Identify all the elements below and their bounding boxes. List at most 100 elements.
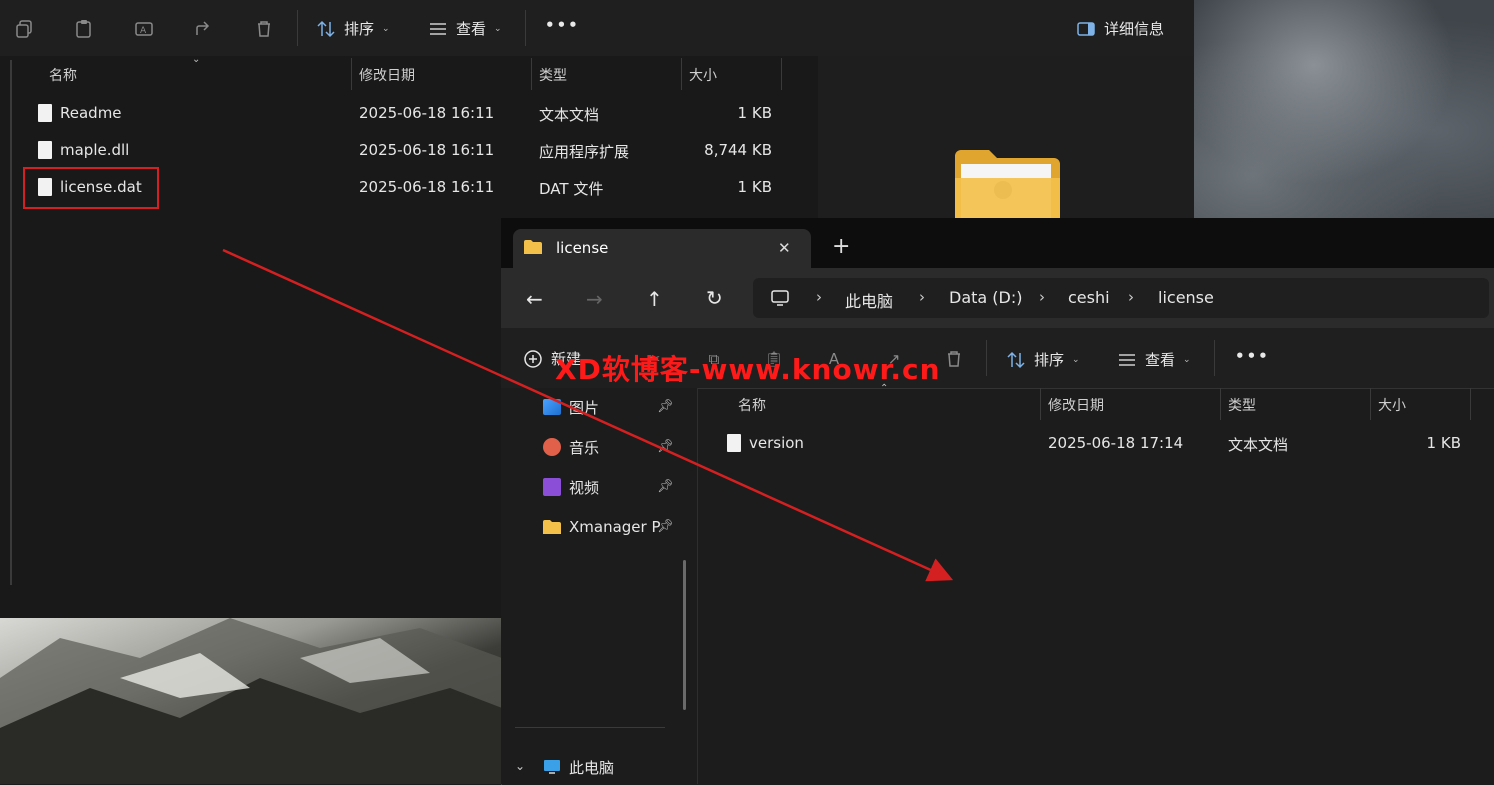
sort-icon <box>1007 351 1025 368</box>
column-date[interactable]: 修改日期 <box>1048 395 1104 415</box>
file-date: 2025-06-18 16:11 <box>359 141 495 159</box>
nav-divider <box>515 727 665 728</box>
sort-ascending-icon: ⌄ <box>192 54 201 65</box>
delete-icon[interactable] <box>943 348 965 370</box>
toolbar-divider <box>297 10 298 46</box>
view-icon <box>1119 353 1135 366</box>
back-arrow-icon[interactable]: ← <box>526 287 543 311</box>
chevron-down-icon: ⌄ <box>1072 354 1080 365</box>
column-divider[interactable] <box>1370 388 1371 420</box>
nav-item-xmanager[interactable]: Xmanager P <box>543 512 661 542</box>
rename-icon[interactable]: A <box>133 18 155 40</box>
breadcrumb-separator-icon[interactable]: › <box>816 288 822 306</box>
sort-label: 排序 <box>1034 351 1065 369</box>
details-pane-button[interactable]: 详细信息 <box>1076 18 1164 39</box>
file-name: Readme <box>60 104 122 122</box>
nav-label: 图片 <box>569 398 600 417</box>
up-arrow-icon[interactable]: ↑ <box>646 287 663 311</box>
pin-icon[interactable]: 📌︎ <box>657 439 674 454</box>
chevron-down-icon: ⌄ <box>382 23 390 34</box>
more-options-button[interactable]: ••• <box>1235 347 1270 365</box>
pin-icon[interactable]: 📌︎ <box>657 519 674 534</box>
chevron-down-icon: ⌄ <box>494 23 502 34</box>
column-size[interactable]: 大小 <box>689 65 717 85</box>
column-divider[interactable] <box>531 58 532 90</box>
pictures-icon <box>543 399 561 415</box>
folder-icon <box>524 240 542 254</box>
chevron-down-icon: ⌄ <box>1183 354 1191 365</box>
column-date[interactable]: 修改日期 <box>359 65 415 85</box>
share-icon[interactable] <box>193 18 215 40</box>
column-divider[interactable] <box>1040 388 1041 420</box>
file-type: DAT 文件 <box>539 180 604 198</box>
column-divider[interactable] <box>351 58 352 90</box>
column-divider[interactable] <box>681 58 682 90</box>
breadcrumb-separator-icon[interactable]: › <box>919 288 925 306</box>
file-size: 1 KB <box>737 104 772 122</box>
breadcrumb-ceshi[interactable]: ceshi <box>1068 288 1110 307</box>
column-type[interactable]: 类型 <box>1228 395 1256 415</box>
new-tab-button[interactable]: + <box>832 234 850 259</box>
chevron-down-icon[interactable]: ⌄ <box>515 759 525 773</box>
view-button[interactable]: 查看 ⌄ <box>428 18 502 39</box>
column-divider[interactable] <box>1470 388 1471 420</box>
nav-label: 此电脑 <box>569 758 615 777</box>
view-icon <box>430 22 446 35</box>
more-options-button[interactable]: ••• <box>545 16 580 34</box>
forward-arrow-icon[interactable]: → <box>586 287 603 311</box>
copy-icon[interactable] <box>13 18 35 40</box>
details-pane-icon <box>1077 21 1095 36</box>
nav-item-pictures[interactable]: 图片 <box>543 392 599 422</box>
breadcrumb-drive[interactable]: Data (D:) <box>949 288 1022 307</box>
column-divider[interactable] <box>781 58 782 90</box>
view-label: 查看 <box>456 20 487 38</box>
nav-scrollbar[interactable] <box>683 560 686 710</box>
column-divider[interactable] <box>1220 388 1221 420</box>
sort-label: 排序 <box>344 20 375 38</box>
file-size: 8,744 KB <box>704 141 772 159</box>
close-tab-icon[interactable]: ✕ <box>778 239 791 257</box>
breadcrumb-license[interactable]: license <box>1158 288 1214 307</box>
refresh-icon[interactable]: ↻ <box>706 286 723 310</box>
file-date: 2025-06-18 16:11 <box>359 104 495 122</box>
pin-icon[interactable]: 📌︎ <box>657 479 674 494</box>
computer-icon <box>544 760 560 774</box>
folder-icon <box>543 520 561 534</box>
view-button[interactable]: 查看 ⌄ <box>1117 349 1191 370</box>
file-size: 1 KB <box>737 178 772 196</box>
column-name[interactable]: 名称 <box>738 395 766 415</box>
highlight-box <box>23 167 159 209</box>
column-size[interactable]: 大小 <box>1378 395 1406 415</box>
nav-label: Xmanager P <box>569 518 661 536</box>
breadcrumb-this-pc[interactable]: 此电脑 <box>845 288 893 312</box>
breadcrumb-separator-icon[interactable]: › <box>1128 288 1134 306</box>
back-toolbar <box>0 0 1194 56</box>
folder-preview-icon <box>955 150 1060 218</box>
file-date: 2025-06-18 16:11 <box>359 178 495 196</box>
column-type[interactable]: 类型 <box>539 65 567 85</box>
delete-icon[interactable] <box>253 18 275 40</box>
desktop-wallpaper-sky <box>1194 0 1494 218</box>
nav-item-music[interactable]: 音乐 <box>543 432 599 462</box>
paste-icon[interactable] <box>73 18 95 40</box>
sort-button[interactable]: 排序 ⌄ <box>316 18 390 39</box>
file-name: version <box>749 434 804 452</box>
file-date: 2025-06-18 17:14 <box>1048 434 1184 452</box>
column-name[interactable]: 名称 <box>49 65 77 85</box>
nav-label: 视频 <box>569 478 600 497</box>
file-size: 1 KB <box>1426 434 1461 452</box>
sort-button[interactable]: 排序 ⌄ <box>1006 349 1080 370</box>
file-type: 文本文档 <box>539 106 600 124</box>
scrollbar[interactable] <box>10 60 12 585</box>
nav-item-this-pc[interactable]: 此电脑 <box>543 752 614 782</box>
details-label: 详细信息 <box>1104 20 1165 38</box>
breadcrumb-separator-icon[interactable]: › <box>1039 288 1045 306</box>
computer-icon <box>770 288 790 312</box>
toolbar-divider <box>1214 340 1215 376</box>
desktop-wallpaper-mountain <box>0 618 502 784</box>
pin-icon[interactable]: 📌︎ <box>657 399 674 414</box>
nav-item-videos[interactable]: 视频 <box>543 472 599 502</box>
sort-icon <box>317 20 335 37</box>
nav-label: 音乐 <box>569 438 600 457</box>
add-icon <box>524 349 542 368</box>
